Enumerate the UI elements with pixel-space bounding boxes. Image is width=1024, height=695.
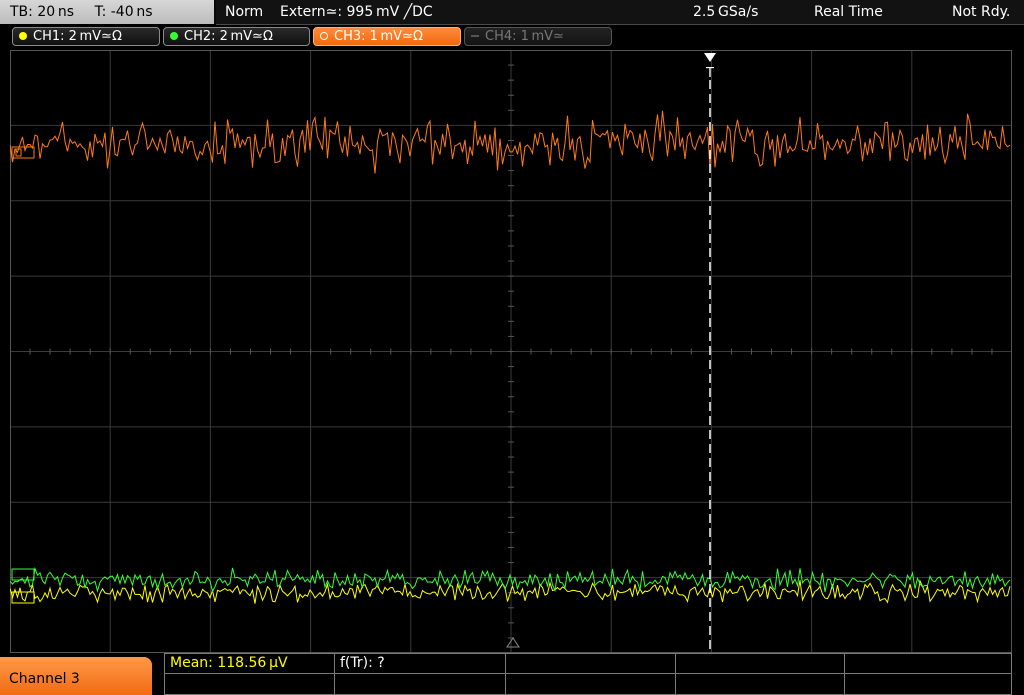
tab-ch1[interactable]: CH1: 2 mV≃Ω (12, 27, 160, 46)
bottom-bar: Channel 3 Mean: 118.56 µV f(Tr): ? (0, 653, 1024, 695)
measurement-slot-8 (506, 674, 676, 695)
ch1-indicator-icon (19, 32, 27, 40)
acquisition-mode: Real Time (814, 4, 883, 20)
trigger-time-readout: T: -40 ns (94, 4, 153, 20)
selected-channel-label[interactable]: Channel 3 (0, 657, 152, 695)
measurement-slot-10 (845, 674, 1011, 695)
measurement-slot-9 (676, 674, 845, 695)
tab-ch3[interactable]: CH3: 1 mV≃Ω (313, 27, 461, 46)
ch1-label: CH1: 2 mV≃Ω (33, 29, 122, 44)
trigger-marker-label: T (705, 66, 714, 81)
ch4-indicator-icon (471, 35, 479, 37)
acquisition-state: Not Rdy. (952, 4, 1011, 20)
status-bar: TB: 20 ns T: -40 ns Norm Extern≃: 995 mV… (0, 0, 1024, 25)
measurement-mean: Mean: 118.56 µV (165, 654, 335, 674)
ch2-indicator-icon (170, 32, 178, 40)
ch4-label: CH4: 1 mV≃ (485, 29, 564, 44)
oscilloscope-screen: TB: 20 ns T: -40 ns Norm Extern≃: 995 mV… (0, 0, 1024, 695)
measurement-slot-4 (676, 654, 845, 674)
sample-rate: 2.5 GSa/s (693, 4, 759, 20)
measurement-slot-7 (335, 674, 506, 695)
measurement-slot-5 (845, 654, 1011, 674)
trigger-mode: Norm (225, 4, 264, 20)
waveform-display[interactable]: T (10, 50, 1012, 653)
trigger-status-area[interactable]: Norm Extern≃: 995 mV ╱DC 2.5 GSa/s Real … (216, 0, 1024, 25)
trigger-source: Extern≃: 995 mV ╱DC (280, 4, 433, 20)
measurement-slot-3 (506, 654, 676, 674)
timebase-box[interactable]: TB: 20 ns T: -40 ns (0, 0, 214, 24)
channel-tabs: CH1: 2 mV≃Ω CH2: 2 mV≃Ω CH3: 1 mV≃Ω CH4:… (0, 25, 1024, 49)
measurement-panel[interactable]: Mean: 118.56 µV f(Tr): ? (164, 653, 1012, 695)
tab-ch2[interactable]: CH2: 2 mV≃Ω (163, 27, 310, 46)
measurement-trigger-frequency: f(Tr): ? (335, 654, 506, 674)
measurement-slot-6 (165, 674, 335, 695)
ch2-label: CH2: 2 mV≃Ω (184, 29, 273, 44)
timebase-readout: TB: 20 ns (10, 4, 75, 20)
ch3-label: CH3: 1 mV≃Ω (334, 29, 423, 44)
ch3-indicator-icon (320, 32, 328, 40)
tab-ch4[interactable]: CH4: 1 mV≃ (464, 27, 612, 46)
